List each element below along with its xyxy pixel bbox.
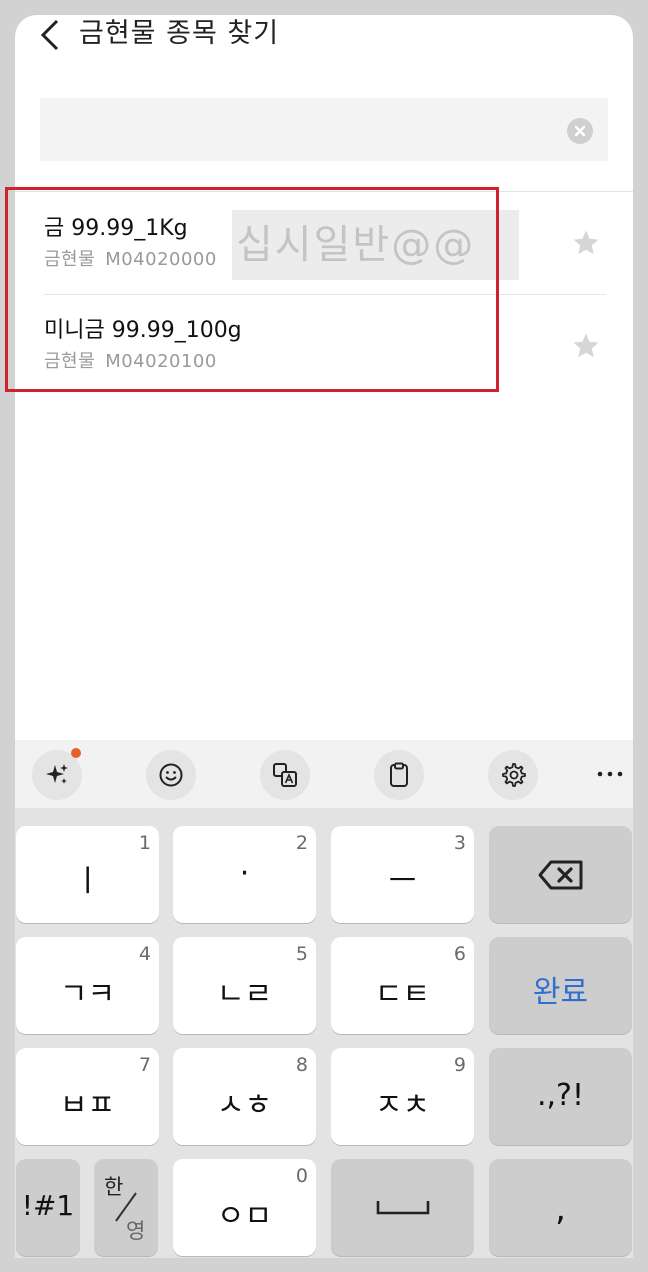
punctuation-key[interactable]: .,?! bbox=[489, 1048, 632, 1145]
symbols-key[interactable]: !#1 bbox=[16, 1159, 80, 1256]
key-label: , bbox=[555, 1189, 566, 1229]
key-d-t[interactable]: 6 ㄷㅌ bbox=[331, 937, 474, 1034]
key-label: ㅇㅁ bbox=[216, 1199, 273, 1234]
space-key[interactable] bbox=[331, 1159, 474, 1256]
key-label-bottom: 영 bbox=[126, 1219, 146, 1243]
key-number: 9 bbox=[453, 1054, 466, 1076]
emoji-button[interactable] bbox=[146, 750, 196, 800]
more-button[interactable] bbox=[593, 754, 627, 794]
key-dot[interactable]: 2 · bbox=[173, 826, 316, 923]
key-label: ㄷㅌ bbox=[374, 977, 431, 1012]
key-eu[interactable]: 3 ㅡ bbox=[331, 826, 474, 923]
page-title: 금현물 종목 찾기 bbox=[79, 18, 280, 49]
search-box[interactable] bbox=[40, 98, 608, 163]
comma-key[interactable]: , bbox=[489, 1159, 632, 1256]
more-icon bbox=[597, 771, 623, 777]
key-label: ㅂㅍ bbox=[59, 1088, 116, 1123]
header: 금현물 종목 찾기 bbox=[15, 15, 633, 75]
clipboard-icon bbox=[390, 762, 408, 787]
key-number: 8 bbox=[295, 1054, 308, 1076]
key-label: ㅈㅊ bbox=[374, 1088, 431, 1123]
highlight-box bbox=[5, 187, 499, 392]
close-icon bbox=[574, 125, 586, 137]
key-label: .,?! bbox=[536, 1078, 585, 1113]
gear-icon bbox=[502, 763, 526, 787]
key-s-h[interactable]: 8 ㅅㅎ bbox=[173, 1048, 316, 1145]
translate-icon bbox=[273, 763, 297, 787]
key-label: !#1 bbox=[21, 1189, 75, 1222]
ai-button[interactable] bbox=[32, 748, 82, 800]
keyboard-toolbar bbox=[15, 740, 633, 808]
favorite-button[interactable] bbox=[571, 331, 601, 361]
key-n-r[interactable]: 5 ㄴㄹ bbox=[173, 937, 316, 1034]
key-label: ㄴㄹ bbox=[216, 977, 273, 1012]
space-icon bbox=[376, 1201, 430, 1215]
back-button[interactable] bbox=[35, 17, 71, 53]
key-number: 4 bbox=[138, 943, 151, 965]
translate-button[interactable] bbox=[260, 750, 310, 800]
key-label: · bbox=[239, 856, 250, 891]
key-label: ㄱㅋ bbox=[59, 977, 116, 1012]
key-number: 0 bbox=[295, 1165, 308, 1187]
key-b-p[interactable]: 7 ㅂㅍ bbox=[16, 1048, 159, 1145]
backspace-icon bbox=[538, 860, 583, 890]
emoji-icon bbox=[159, 763, 183, 787]
key-g-k[interactable]: 4 ㄱㅋ bbox=[16, 937, 159, 1034]
search-input[interactable] bbox=[54, 98, 558, 163]
clipboard-button[interactable] bbox=[374, 750, 424, 800]
key-number: 2 bbox=[295, 832, 308, 854]
search-sheet: 금현물 종목 찾기 금 99.99_1Kg 금현물 M04020000 십시일반@… bbox=[15, 15, 633, 775]
key-number: 6 bbox=[453, 943, 466, 965]
key-ng-m[interactable]: 0 ㅇㅁ bbox=[173, 1159, 316, 1256]
key-j-ch[interactable]: 9 ㅈㅊ bbox=[331, 1048, 474, 1145]
chevron-left-icon bbox=[40, 19, 59, 51]
key-label: ㅡ bbox=[388, 864, 417, 899]
sparkle-icon bbox=[46, 764, 68, 784]
key-number: 5 bbox=[295, 943, 308, 965]
star-icon bbox=[573, 230, 599, 255]
clear-search-button[interactable] bbox=[567, 118, 593, 144]
key-number: 1 bbox=[138, 832, 151, 854]
notification-dot bbox=[71, 748, 81, 758]
key-label: ㅣ bbox=[73, 864, 102, 899]
key-number: 7 bbox=[138, 1054, 151, 1076]
backspace-key[interactable] bbox=[489, 826, 632, 923]
key-i[interactable]: 1 ㅣ bbox=[16, 826, 159, 923]
key-label: 완료 bbox=[532, 975, 589, 1010]
done-key[interactable]: 완료 bbox=[489, 937, 632, 1034]
settings-button[interactable] bbox=[488, 750, 538, 800]
favorite-button[interactable] bbox=[571, 228, 601, 258]
keyboard: 1 ㅣ 2 · 3 ㅡ 4 ㄱㅋ 5 ㄴㄹ 6 ㄷㅌ 완료 7 ㅂㅍ 8 ㅅㅎ bbox=[15, 808, 633, 1258]
language-switch-key[interactable]: 한 영 bbox=[94, 1159, 158, 1256]
star-icon bbox=[573, 333, 599, 358]
key-number: 3 bbox=[453, 832, 466, 854]
key-label: ㅅㅎ bbox=[216, 1088, 273, 1123]
